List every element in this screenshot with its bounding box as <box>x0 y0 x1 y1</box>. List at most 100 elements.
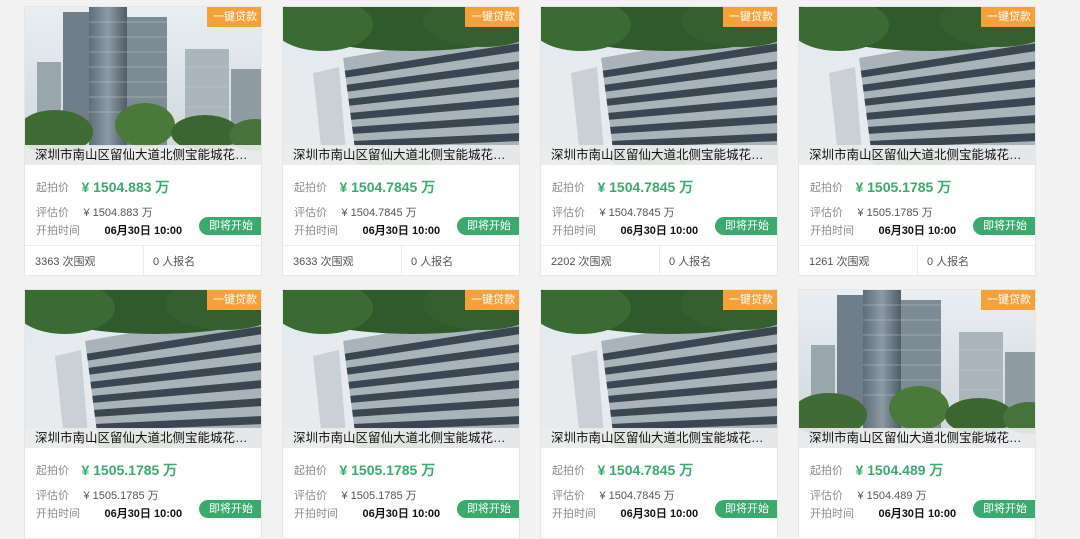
start-time-label: 开拍时间 <box>294 224 338 237</box>
stats-divider <box>143 246 144 275</box>
listing-card[interactable]: 一键贷款 深圳市南山区留仙大道北侧宝能城花园... 起拍价 ¥ 1505.178… <box>798 6 1036 276</box>
listing-card[interactable]: 一键贷款 深圳市南山区留仙大道北侧宝能城花园... 起拍价 ¥ 1504.883… <box>24 6 262 276</box>
status-badge: 即将开始 <box>199 217 261 235</box>
start-time-label: 开拍时间 <box>36 507 80 520</box>
stats-divider <box>401 246 402 275</box>
start-price-row: 起拍价 ¥ 1504.7845 万 <box>552 177 772 197</box>
appraise-label: 评估价 <box>36 206 69 219</box>
loan-badge[interactable]: 一键贷款 <box>723 7 777 27</box>
loan-badge[interactable]: 一键贷款 <box>723 290 777 310</box>
start-time-label: 开拍时间 <box>810 224 854 237</box>
listing-card[interactable]: 一键贷款 深圳市南山区留仙大道北侧宝能城花园... 起拍价 ¥ 1504.784… <box>282 6 520 276</box>
listing-card[interactable]: 一键贷款 深圳市南山区留仙大道北侧宝能城花园... 起拍价 ¥ 1505.178… <box>24 289 262 539</box>
start-price: ¥ 1505.1785 万 <box>339 462 436 478</box>
start-price-label: 起拍价 <box>810 465 843 477</box>
property-photo[interactable]: 一键贷款 深圳市南山区留仙大道北侧宝能城花园... <box>283 290 519 448</box>
title-bar: 深圳市南山区留仙大道北侧宝能城花园... <box>25 428 261 448</box>
start-price-label: 起拍价 <box>294 182 327 194</box>
signups-count: 0 人报名 <box>927 256 970 268</box>
status-badge: 即将开始 <box>715 500 777 518</box>
signups-count: 0 人报名 <box>669 256 712 268</box>
listing-card[interactable]: 一键贷款 深圳市南山区留仙大道北侧宝能城花园... 起拍价 ¥ 1504.784… <box>540 6 778 276</box>
start-price-row: 起拍价 ¥ 1504.7845 万 <box>552 460 772 480</box>
start-price: ¥ 1504.7845 万 <box>597 179 694 195</box>
start-price-row: 起拍价 ¥ 1504.489 万 <box>810 460 1030 480</box>
start-price: ¥ 1505.1785 万 <box>81 462 178 478</box>
start-price-label: 起拍价 <box>36 465 69 477</box>
appraise-value: ¥ 1504.7845 万 <box>341 207 417 219</box>
property-photo[interactable]: 一键贷款 深圳市南山区留仙大道北侧宝能城花园... <box>25 290 261 448</box>
stats-divider <box>659 246 660 275</box>
listing-title[interactable]: 深圳市南山区留仙大道北侧宝能城花园... <box>293 428 515 448</box>
property-photo[interactable]: 一键贷款 深圳市南山区留仙大道北侧宝能城花园... <box>25 7 261 165</box>
start-price-row: 起拍价 ¥ 1505.1785 万 <box>810 177 1030 197</box>
property-photo[interactable]: 一键贷款 深圳市南山区留仙大道北侧宝能城花园... <box>541 7 777 165</box>
start-price-label: 起拍价 <box>810 182 843 194</box>
status-badge: 即将开始 <box>715 217 777 235</box>
loan-badge[interactable]: 一键贷款 <box>981 7 1035 27</box>
listing-stats: 3363 次围观 0 人报名 <box>25 245 261 275</box>
listing-card[interactable]: 一键贷款 深圳市南山区留仙大道北侧宝能城花园... 起拍价 ¥ 1505.178… <box>282 289 520 539</box>
status-badge: 即将开始 <box>973 217 1035 235</box>
listing-title[interactable]: 深圳市南山区留仙大道北侧宝能城花园... <box>551 428 773 448</box>
title-bar: 深圳市南山区留仙大道北侧宝能城花园... <box>541 145 777 165</box>
start-time: 06月30日 10:00 <box>362 508 441 520</box>
loan-badge[interactable]: 一键贷款 <box>465 290 519 310</box>
appraise-value: ¥ 1505.1785 万 <box>83 490 159 502</box>
start-time: 06月30日 10:00 <box>620 508 699 520</box>
listing-stats: 1261 次围观 0 人报名 <box>799 245 1035 275</box>
property-photo[interactable]: 一键贷款 深圳市南山区留仙大道北侧宝能城花园... <box>799 7 1035 165</box>
listing-title[interactable]: 深圳市南山区留仙大道北侧宝能城花园... <box>293 145 515 165</box>
appraise-label: 评估价 <box>294 489 327 502</box>
property-photo[interactable]: 一键贷款 深圳市南山区留仙大道北侧宝能城花园... <box>283 7 519 165</box>
start-price: ¥ 1504.7845 万 <box>339 179 436 195</box>
start-time: 06月30日 10:00 <box>362 225 441 237</box>
start-time: 06月30日 10:00 <box>104 225 183 237</box>
start-time: 06月30日 10:00 <box>878 508 957 520</box>
listing-title[interactable]: 深圳市南山区留仙大道北侧宝能城花园... <box>809 145 1031 165</box>
appraise-label: 评估价 <box>294 206 327 219</box>
start-price-label: 起拍价 <box>36 182 69 194</box>
status-badge: 即将开始 <box>457 217 519 235</box>
listing-stats: 2202 次围观 0 人报名 <box>541 245 777 275</box>
start-price: ¥ 1504.7845 万 <box>597 462 694 478</box>
listing-title[interactable]: 深圳市南山区留仙大道北侧宝能城花园... <box>809 428 1031 448</box>
views-count: 3363 次围观 <box>35 256 96 268</box>
start-time-label: 开拍时间 <box>36 224 80 237</box>
listing-title[interactable]: 深圳市南山区留仙大道北侧宝能城花园... <box>35 145 257 165</box>
signups-count: 0 人报名 <box>411 256 454 268</box>
listing-title[interactable]: 深圳市南山区留仙大道北侧宝能城花园... <box>551 145 773 165</box>
loan-badge[interactable]: 一键贷款 <box>981 290 1035 310</box>
loan-badge[interactable]: 一键贷款 <box>465 7 519 27</box>
appraise-value: ¥ 1504.883 万 <box>83 207 153 219</box>
listing-title[interactable]: 深圳市南山区留仙大道北侧宝能城花园... <box>35 428 257 448</box>
title-bar: 深圳市南山区留仙大道北侧宝能城花园... <box>283 428 519 448</box>
signups-count: 0 人报名 <box>153 256 196 268</box>
start-time-label: 开拍时间 <box>552 224 596 237</box>
start-time: 06月30日 10:00 <box>104 508 183 520</box>
appraise-label: 评估价 <box>552 489 585 502</box>
start-price-label: 起拍价 <box>294 465 327 477</box>
loan-badge[interactable]: 一键贷款 <box>207 7 261 27</box>
start-price-row: 起拍价 ¥ 1504.883 万 <box>36 177 256 197</box>
status-badge: 即将开始 <box>199 500 261 518</box>
title-bar: 深圳市南山区留仙大道北侧宝能城花园... <box>25 145 261 165</box>
appraise-value: ¥ 1504.489 万 <box>857 490 927 502</box>
appraise-value: ¥ 1505.1785 万 <box>857 207 933 219</box>
listing-grid: 一键贷款 深圳市南山区留仙大道北侧宝能城花园... 起拍价 ¥ 1504.883… <box>0 0 1080 539</box>
stats-divider <box>917 246 918 275</box>
start-price: ¥ 1505.1785 万 <box>855 179 952 195</box>
appraise-label: 评估价 <box>810 206 843 219</box>
loan-badge[interactable]: 一键贷款 <box>207 290 261 310</box>
start-price: ¥ 1504.489 万 <box>855 462 944 478</box>
start-price-label: 起拍价 <box>552 182 585 194</box>
listing-card[interactable]: 一键贷款 深圳市南山区留仙大道北侧宝能城花园... 起拍价 ¥ 1504.784… <box>540 289 778 539</box>
listing-card[interactable]: 一键贷款 深圳市南山区留仙大道北侧宝能城花园... 起拍价 ¥ 1504.489… <box>798 289 1036 539</box>
appraise-label: 评估价 <box>810 489 843 502</box>
views-count: 2202 次围观 <box>551 256 612 268</box>
property-photo[interactable]: 一键贷款 深圳市南山区留仙大道北侧宝能城花园... <box>799 290 1035 448</box>
property-photo[interactable]: 一键贷款 深圳市南山区留仙大道北侧宝能城花园... <box>541 290 777 448</box>
title-bar: 深圳市南山区留仙大道北侧宝能城花园... <box>283 145 519 165</box>
appraise-value: ¥ 1505.1785 万 <box>341 490 417 502</box>
start-time-label: 开拍时间 <box>552 507 596 520</box>
